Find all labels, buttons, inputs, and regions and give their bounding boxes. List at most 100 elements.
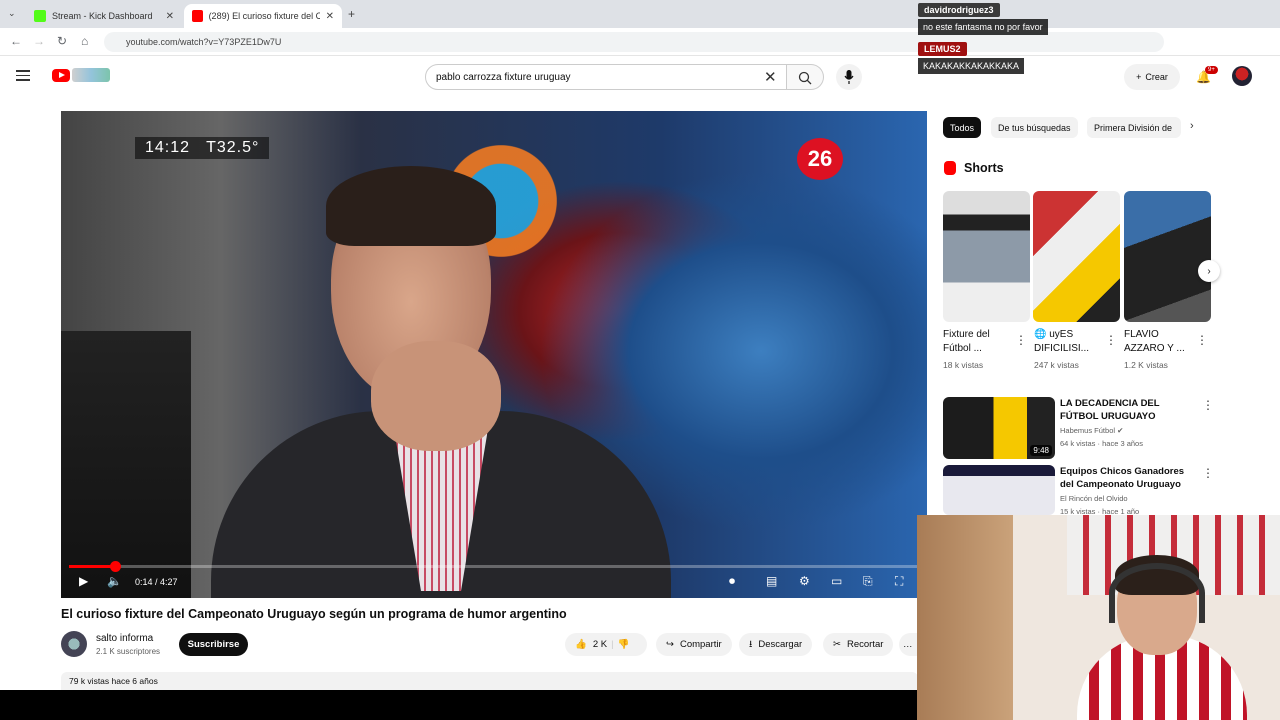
short-thumbnail-2[interactable] [1033, 191, 1120, 322]
voice-search-button[interactable] [836, 64, 862, 90]
like-button[interactable]: 👍 2 K [575, 639, 607, 650]
like-dislike-group: 👍 2 K | 👎 [565, 633, 647, 656]
play-icon[interactable]: ▶ [79, 574, 88, 588]
shorts-heading: Shorts [964, 161, 1004, 175]
kick-favicon-icon [34, 10, 46, 22]
scissors-icon: ✂ [833, 639, 841, 650]
short-views-2: 247 k vistas [1034, 360, 1079, 370]
short-title-1[interactable]: Fixture del Fútbol ... [943, 328, 1015, 356]
tab-list-icon[interactable]: ⌄ [8, 8, 16, 19]
chat-username: davidrodriguez3 [918, 3, 1000, 17]
youtube-logo-icon[interactable] [52, 69, 70, 82]
video-menu-icon[interactable]: ⋮ [1202, 398, 1214, 412]
progress-fill [69, 565, 115, 568]
video-player[interactable]: 26 14:12 T32.5° ▶ 🔈 0:14 / 4:27 ⏺ ▤ ⚙ ▭ … [61, 111, 927, 598]
reload-icon[interactable]: ↻ [57, 34, 67, 48]
short-thumbnail-3[interactable] [1124, 191, 1211, 322]
settings-gear-icon[interactable]: ⚙ [799, 574, 810, 588]
recommended-channel-1[interactable]: Habemus Fútbol ✔ [1060, 426, 1123, 435]
chat-text: no este fantasma no por favor [918, 19, 1048, 35]
subscriber-count: 2.1 K suscriptores [96, 647, 161, 656]
broadcast-clock: 14:12 [145, 139, 191, 156]
more-actions-button[interactable]: … [899, 633, 918, 656]
chip-from-searches[interactable]: De tus búsquedas [991, 117, 1078, 138]
subscribe-button[interactable]: Suscribirse [179, 633, 248, 656]
like-count: 2 K [592, 639, 608, 650]
shorts-icon [944, 161, 956, 175]
recommended-title-1[interactable]: LA DECADENCIA DEL FÚTBOL URUGUAYO [1060, 397, 1195, 423]
shorts-next-button[interactable]: › [1198, 260, 1220, 282]
broadcast-temperature: T32.5° [206, 139, 260, 156]
tab-youtube[interactable]: (289) El curioso fixture del Cam ✕ [184, 4, 342, 28]
youtube-favicon-icon [192, 10, 203, 22]
logo-doodle[interactable] [72, 68, 110, 82]
short-thumbnail-1[interactable] [943, 191, 1030, 322]
more-icon: … [903, 639, 913, 650]
host-hand [371, 341, 501, 451]
tab-label: Stream - Kick Dashboard [52, 11, 153, 21]
thumbs-down-icon: 👎 [617, 639, 630, 650]
download-icon: ⭳ [749, 638, 753, 650]
youtube-header: pablo carrozza fixture uruguay ✕ + Crear… [0, 56, 1280, 100]
create-button[interactable]: + Crear [1124, 64, 1180, 90]
new-tab-icon[interactable]: + [348, 7, 355, 21]
short-menu-icon[interactable]: ⋮ [1196, 333, 1208, 347]
channel-avatar[interactable] [61, 631, 87, 657]
chevron-right-icon: › [1207, 265, 1211, 277]
chip-all[interactable]: Todos [943, 117, 982, 138]
autoplay-toggle[interactable]: ⏺ [729, 574, 735, 589]
clip-button[interactable]: ✂ Recortar [823, 633, 894, 656]
short-menu-icon[interactable]: ⋮ [1105, 333, 1117, 347]
chip-primera-division[interactable]: Primera División de [1087, 117, 1181, 138]
home-icon[interactable]: ⌂ [81, 34, 88, 48]
download-label: Descargar [758, 639, 803, 650]
theater-mode-icon[interactable]: ▭ [831, 574, 842, 588]
short-title-3[interactable]: FLAVIO AZZARO Y ... [1124, 328, 1196, 356]
description-box[interactable]: 79 k vistas hace 6 años [61, 672, 918, 690]
recommended-meta-1: 64 k vistas · hace 3 años [1060, 439, 1143, 448]
search-button[interactable] [787, 64, 824, 90]
recommended-thumbnail-2[interactable] [943, 465, 1055, 515]
fullscreen-icon[interactable]: ⛶ [895, 574, 903, 589]
views-and-date: 79 k vistas hace 6 años [69, 676, 158, 686]
broadcast-time-overlay: 14:12 T32.5° [135, 137, 270, 159]
close-tab-icon[interactable]: ✕ [166, 11, 174, 22]
search-input[interactable]: pablo carrozza fixture uruguay [425, 64, 787, 90]
recommended-title-2[interactable]: Equipos Chicos Ganadores del Campeonato … [1060, 465, 1195, 491]
bookshelf [917, 515, 1013, 720]
share-button[interactable]: ↪ Compartir [656, 633, 732, 656]
volume-icon[interactable]: 🔈 [107, 574, 122, 588]
dislike-button[interactable]: 👎 [618, 639, 630, 650]
thumbs-up-icon: 👍 [575, 639, 587, 650]
channel-bug: 26 [797, 138, 843, 180]
account-avatar[interactable] [1232, 66, 1252, 86]
recommended-channel-2[interactable]: El Rincón del Olvido [1060, 494, 1128, 503]
short-title-2[interactable]: 🌐 uyES DIFICILISI... [1034, 328, 1106, 356]
short-menu-icon[interactable]: ⋮ [1015, 333, 1027, 347]
progress-bar[interactable] [69, 561, 919, 572]
download-button[interactable]: ⭳ Descargar [739, 633, 813, 656]
share-label: Compartir [679, 639, 722, 650]
plus-icon: + [1136, 72, 1142, 82]
tab-kick-dashboard[interactable]: Stream - Kick Dashboard ✕ [26, 4, 182, 28]
close-tab-icon[interactable]: ✕ [326, 11, 334, 22]
chips-next-icon[interactable]: › [1190, 120, 1194, 132]
tab-label: (289) El curioso fixture del Cam [208, 11, 320, 21]
recommended-thumbnail-1[interactable]: 9:48 [943, 397, 1055, 459]
scrubber-handle[interactable] [109, 561, 121, 572]
chat-username: LEMUS2 [918, 42, 967, 56]
short-views-1: 18 k vistas [943, 360, 984, 370]
headset [1109, 563, 1205, 623]
forward-icon[interactable]: → [33, 34, 45, 48]
url-text: youtube.com/watch?v=Y73PZE1Dw7U [126, 37, 282, 47]
clip-label: Recortar [846, 639, 884, 650]
channel-name[interactable]: salto informa [96, 633, 153, 644]
video-menu-icon[interactable]: ⋮ [1202, 466, 1214, 480]
menu-icon[interactable] [16, 70, 30, 84]
back-icon[interactable]: ← [10, 34, 22, 48]
create-label: Crear [1145, 72, 1168, 82]
subtitles-icon[interactable]: ▤ [766, 574, 777, 588]
browser-tab-bar: ⌄ Stream - Kick Dashboard ✕ (289) El cur… [0, 0, 1280, 28]
clear-search-icon[interactable]: ✕ [764, 68, 777, 86]
cast-icon[interactable]: ⎘ [863, 574, 873, 589]
